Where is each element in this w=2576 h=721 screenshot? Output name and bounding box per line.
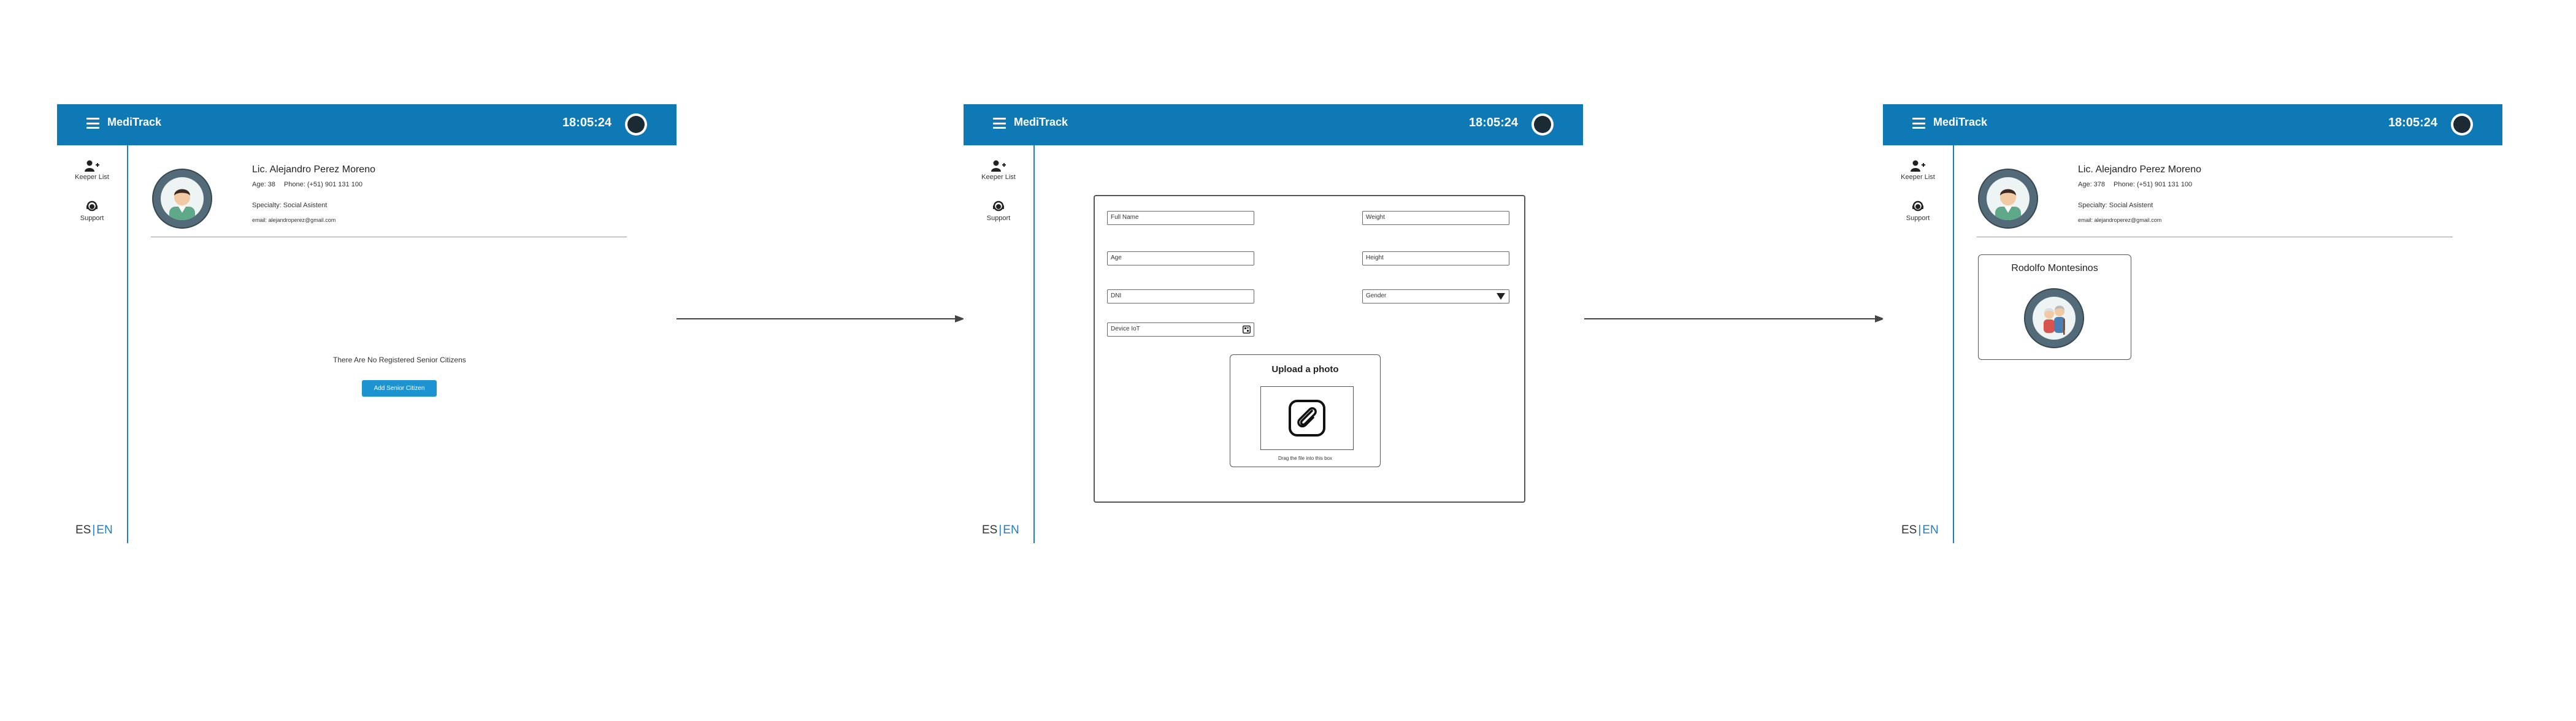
language-switch: ES | EN — [982, 524, 1019, 537]
add-user-icon — [991, 160, 1006, 172]
keeper-age: Age: 38 — [252, 181, 275, 188]
senior-citizen-name: Rodolfo Montesinos — [2011, 263, 2098, 273]
support-agent-icon — [86, 200, 98, 212]
lang-es[interactable]: ES — [75, 524, 91, 536]
keeper-name: Lic. Alejandro Perez Moreno — [2078, 164, 2201, 175]
senior-citizen-card[interactable]: Rodolfo Montesinos — [1978, 254, 2131, 360]
age-input[interactable]: Age — [1107, 251, 1254, 265]
sidebar: Keeper List Support ES | EN — [57, 145, 128, 543]
sidebar-item-label: Keeper List — [1901, 174, 1935, 181]
doctor-avatar-icon — [169, 189, 195, 220]
app-title: MediTrack — [107, 116, 162, 128]
avatar — [1978, 169, 2038, 229]
upload-title: Upload a photo — [1271, 364, 1339, 375]
add-user-icon — [1911, 160, 1925, 172]
screen-keeper-profile-with-senior: MediTrack 18:05:24 Keeper List Support E… — [1883, 104, 2502, 543]
brand-logo-icon — [625, 113, 647, 135]
sidebar-item-support[interactable]: Support — [964, 200, 1033, 222]
keeper-age: Age: 378 — [2078, 181, 2106, 188]
app-title: MediTrack — [1933, 116, 1988, 128]
senior-couple-icon — [2044, 305, 2065, 335]
top-app-bar: MediTrack 18:05:24 — [57, 104, 677, 145]
lang-es[interactable]: ES — [1901, 524, 1917, 536]
sidebar-item-keeper-list[interactable]: Keeper List — [57, 160, 127, 181]
arrow-right-icon — [1584, 315, 1885, 322]
language-switch: ES | EN — [1901, 524, 1939, 537]
qr-scan-icon[interactable] — [1243, 326, 1251, 334]
drop-zone[interactable] — [1260, 386, 1354, 450]
add-user-icon — [85, 160, 99, 172]
sidebar-item-label: Support — [986, 215, 1011, 222]
top-app-bar: MediTrack 18:05:24 — [1883, 104, 2502, 145]
language-switch: ES | EN — [75, 524, 113, 537]
menu-icon[interactable] — [86, 118, 99, 129]
device-iot-input[interactable]: Device IoT — [1107, 322, 1254, 337]
height-input[interactable]: Height — [1362, 251, 1509, 265]
avatar — [2024, 288, 2084, 348]
keeper-specialty: Specialty: Social Asistent — [252, 202, 328, 209]
senior-citizen-form: Full Name Weight Age Height DNI Gender D… — [1094, 195, 1525, 503]
menu-icon[interactable] — [1912, 118, 1925, 129]
clock: 18:05:24 — [2388, 116, 2437, 129]
gender-select[interactable]: Gender — [1362, 289, 1509, 303]
full-name-input[interactable]: Full Name — [1107, 211, 1254, 225]
keeper-phone: Phone: (+51) 901 131 100 — [283, 181, 363, 188]
sidebar-item-keeper-list[interactable]: Keeper List — [964, 160, 1033, 181]
paperclip-icon — [1289, 400, 1325, 437]
lang-separator: | — [1918, 524, 1922, 536]
dropdown-caret-icon — [1497, 293, 1505, 300]
app-title: MediTrack — [1014, 116, 1068, 128]
brand-logo-icon — [1531, 113, 1554, 135]
keeper-email: email: alejandroperez@gmail.com — [2078, 217, 2162, 223]
clock: 18:05:24 — [1468, 116, 1518, 129]
avatar — [152, 169, 212, 229]
lang-en[interactable]: EN — [1922, 524, 1938, 536]
keeper-specialty: Specialty: Social Asistent — [2078, 202, 2153, 209]
top-app-bar: MediTrack 18:05:24 — [964, 104, 1583, 145]
clock: 18:05:24 — [562, 116, 611, 129]
keeper-name: Lic. Alejandro Perez Moreno — [252, 164, 375, 175]
device-iot-label: Device IoT — [1111, 326, 1140, 332]
screen-add-senior-form: MediTrack 18:05:24 Keeper List Support E… — [964, 104, 1583, 543]
doctor-avatar-icon — [1995, 189, 2021, 220]
dni-input[interactable]: DNI — [1107, 289, 1254, 303]
screen-keeper-profile-empty: MediTrack 18:05:24 Keeper List Support E… — [57, 104, 677, 543]
sidebar-item-label: Keeper List — [75, 174, 109, 181]
keeper-phone: Phone: (+51) 901 131 100 — [2114, 181, 2193, 188]
sidebar-item-label: Keeper List — [981, 174, 1016, 181]
sidebar-item-support[interactable]: Support — [1883, 200, 1953, 222]
photo-upload-box[interactable]: Upload a photo Drag the file into this b… — [1230, 354, 1381, 467]
lang-separator: | — [999, 524, 1002, 536]
weight-input[interactable]: Weight — [1362, 211, 1509, 225]
lang-es[interactable]: ES — [982, 524, 997, 536]
arrow-right-icon — [677, 315, 965, 322]
sidebar-item-support[interactable]: Support — [57, 200, 127, 222]
lang-en[interactable]: EN — [1003, 524, 1019, 536]
brand-logo-icon — [2451, 113, 2473, 135]
lang-en[interactable]: EN — [96, 524, 112, 536]
keeper-age-phone: Age: 38 Phone: (+51) 901 131 100 — [252, 181, 362, 188]
empty-state-message: There Are No Registered Senior Citizens — [333, 356, 466, 364]
lang-separator: | — [92, 524, 96, 536]
support-agent-icon — [1912, 200, 1923, 212]
support-agent-icon — [993, 200, 1004, 212]
add-senior-citizen-button[interactable]: Add Senior Citizen — [362, 380, 437, 397]
upload-hint: Drag the file into this box — [1278, 456, 1333, 461]
sidebar-item-keeper-list[interactable]: Keeper List — [1883, 160, 1953, 181]
sidebar-item-label: Support — [80, 215, 104, 222]
sidebar-item-label: Support — [1906, 215, 1930, 222]
keeper-age-phone: Age: 378 Phone: (+51) 901 131 100 — [2078, 181, 2192, 188]
gender-select-label: Gender — [1366, 292, 1387, 299]
keeper-email: email: alejandroperez@gmail.com — [252, 217, 336, 223]
sidebar: Keeper List Support ES | EN — [1883, 145, 1954, 543]
sidebar: Keeper List Support ES | EN — [964, 145, 1035, 543]
menu-icon[interactable] — [993, 118, 1006, 129]
